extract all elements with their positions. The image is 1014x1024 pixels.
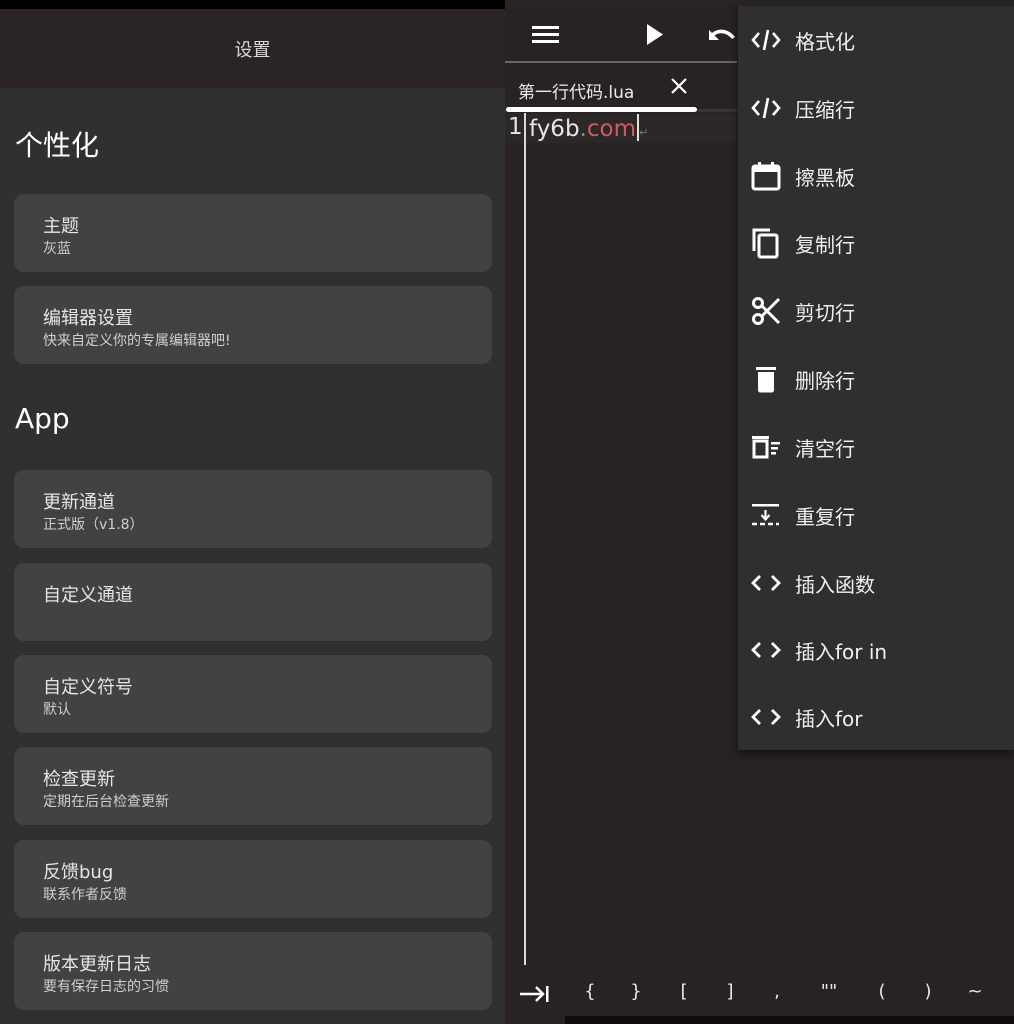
settings-header: 设置: [0, 9, 505, 88]
code-line[interactable]: fy6b.com ↵: [529, 114, 648, 142]
scissors-icon: [750, 295, 782, 327]
setting-item-check-updates[interactable]: 检查更新 定期在后台检查更新: [14, 747, 492, 825]
setting-title: 版本更新日志: [43, 954, 151, 975]
undo-icon[interactable]: [704, 20, 736, 50]
trash-icon: [750, 363, 782, 395]
tab-file[interactable]: 第一行代码.lua: [505, 64, 737, 110]
settings-panel: 设置 个性化 主题 灰蓝 编辑器设置 快来自定义你的专属编辑器吧! App 更新…: [0, 0, 505, 1024]
code-token: fy6b: [529, 116, 580, 142]
symbol-key[interactable]: "": [815, 981, 843, 1002]
menu-item-delete-line[interactable]: 删除行: [738, 345, 1014, 413]
copy-icon: [750, 227, 782, 259]
setting-subtitle: 联系作者反馈: [43, 887, 127, 903]
code-token-dot: .: [579, 116, 587, 142]
nav-strip: [565, 1016, 1014, 1024]
section-title-app: App: [15, 402, 70, 435]
setting-subtitle: 快来自定义你的专属编辑器吧!: [43, 333, 231, 349]
setting-item-theme[interactable]: 主题 灰蓝: [14, 194, 492, 272]
setting-item-editor-settings[interactable]: 编辑器设置 快来自定义你的专属编辑器吧!: [14, 286, 492, 364]
menu-item-label: 重复行: [795, 505, 855, 529]
tab-key-icon[interactable]: [519, 983, 551, 1005]
hamburger-menu-icon[interactable]: [531, 20, 563, 50]
setting-item-changelog[interactable]: 版本更新日志 要有保存日志的习惯: [14, 932, 492, 1010]
setting-subtitle: 定期在后台检查更新: [43, 794, 169, 810]
menu-item-cut-line[interactable]: 剪切行: [738, 277, 1014, 345]
symbol-key[interactable]: }: [622, 981, 650, 1002]
calendar-icon: [750, 160, 782, 192]
menu-item-label: 剪切行: [795, 301, 855, 325]
setting-title: 更新通道: [43, 492, 115, 513]
setting-subtitle: 默认: [43, 702, 71, 718]
menu-item-label: 擦黑板: [795, 166, 855, 190]
setting-title: 自定义通道: [43, 585, 133, 606]
duplicate-line-icon: [750, 499, 782, 531]
menu-item-insert-function[interactable]: 插入函数: [738, 549, 1014, 617]
status-strip: [0, 0, 505, 9]
setting-item-update-channel[interactable]: 更新通道 正式版（v1.8）: [14, 470, 492, 548]
clear-line-icon: [750, 431, 782, 463]
angle-brackets-icon: [750, 701, 782, 733]
setting-item-feedback[interactable]: 反馈bug 联系作者反馈: [14, 840, 492, 918]
menu-item-label: 插入for: [795, 707, 863, 731]
menu-item-duplicate-line[interactable]: 重复行: [738, 481, 1014, 549]
symbol-key[interactable]: ~: [961, 981, 989, 1002]
setting-subtitle: 要有保存日志的习惯: [43, 979, 169, 995]
menu-item-compress[interactable]: 压缩行: [738, 74, 1014, 142]
menu-item-insert-for-in[interactable]: 插入for in: [738, 616, 1014, 684]
symbol-key[interactable]: {: [576, 981, 604, 1002]
setting-item-custom-channel[interactable]: 自定义通道: [14, 563, 492, 641]
toolbar-divider: [505, 61, 737, 63]
symbol-bar: { } [ ] , "" ( ) ~: [505, 975, 1014, 1015]
symbol-key[interactable]: [: [670, 981, 698, 1002]
menu-item-label: 插入函数: [795, 573, 875, 597]
angle-brackets-icon: [750, 634, 782, 666]
menu-item-copy-line[interactable]: 复制行: [738, 209, 1014, 277]
tab-label: 第一行代码.lua: [518, 83, 635, 103]
symbol-key[interactable]: ,: [763, 981, 791, 1002]
code-icon: [750, 24, 782, 56]
close-icon[interactable]: [667, 74, 691, 98]
symbol-key[interactable]: (: [868, 981, 896, 1002]
menu-item-format[interactable]: 格式化: [738, 6, 1014, 74]
line-number: 1: [508, 114, 523, 140]
angle-brackets-icon: [750, 567, 782, 599]
symbol-key[interactable]: ): [914, 981, 942, 1002]
menu-item-clear-board[interactable]: 擦黑板: [738, 142, 1014, 210]
menu-item-label: 插入for in: [795, 640, 888, 664]
menu-item-label: 格式化: [795, 30, 855, 54]
code-icon: [750, 92, 782, 124]
end-of-line-mark: ↵: [638, 126, 649, 139]
play-icon[interactable]: [643, 20, 675, 50]
screen: 设置 个性化 主题 灰蓝 编辑器设置 快来自定义你的专属编辑器吧! App 更新…: [0, 0, 1014, 1024]
menu-item-label: 删除行: [795, 369, 855, 393]
setting-subtitle: 正式版（v1.8）: [43, 517, 144, 533]
tab-active-indicator: [506, 107, 697, 112]
setting-title: 检查更新: [43, 769, 115, 790]
symbol-key[interactable]: ]: [716, 981, 744, 1002]
code-token-highlight: com: [586, 116, 636, 142]
menu-item-label: 压缩行: [795, 98, 855, 122]
setting-title: 主题: [43, 216, 79, 237]
section-title-personalization: 个性化: [15, 129, 100, 162]
setting-title: 自定义符号: [43, 677, 133, 698]
overflow-menu: 格式化 压缩行 擦黑板 复制行 剪切行 删除行 清空行 重复行 插入函数 插入f…: [738, 6, 1014, 750]
gutter-divider: [524, 113, 526, 965]
menu-item-clear-line[interactable]: 清空行: [738, 413, 1014, 481]
menu-item-label: 清空行: [795, 437, 855, 461]
setting-title: 反馈bug: [43, 862, 114, 883]
setting-item-custom-symbols[interactable]: 自定义符号 默认: [14, 655, 492, 733]
setting-title: 编辑器设置: [43, 308, 133, 329]
menu-item-label: 复制行: [795, 233, 855, 257]
setting-subtitle: 灰蓝: [43, 241, 71, 257]
menu-item-insert-for[interactable]: 插入for: [738, 683, 1014, 751]
page-title: 设置: [234, 39, 271, 61]
